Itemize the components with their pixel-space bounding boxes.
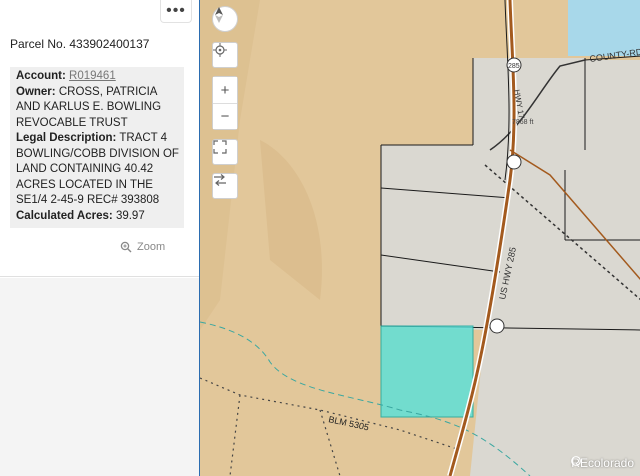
map-view[interactable]: 285 COUNTY-RD US HWY 285 HWY 17 7868 ft …	[199, 0, 640, 476]
swap-button[interactable]	[212, 173, 238, 199]
fullscreen-button[interactable]	[212, 139, 238, 165]
locate-icon	[213, 43, 227, 57]
panel-divider	[0, 276, 199, 277]
calculated-acres-label: Calculated Acres:	[16, 209, 113, 222]
account-label: Account:	[16, 70, 66, 82]
zoom-in-button[interactable]: +	[213, 77, 237, 103]
account-link[interactable]: R019461	[69, 70, 116, 82]
zoom-magnifier-icon	[120, 241, 132, 253]
more-options-button[interactable]: •••	[160, 0, 192, 23]
map-label-285-shield: 285	[508, 63, 520, 70]
compass-button[interactable]	[212, 6, 238, 32]
recolorado-logo-icon	[571, 456, 582, 466]
zoom-controls: + −	[212, 76, 238, 130]
fullscreen-icon	[213, 140, 227, 154]
compass-icon	[215, 7, 223, 23]
recolorado-watermark: REcolorado	[571, 456, 634, 470]
calculated-acres-value: 39.97	[115, 209, 145, 222]
zoom-out-button[interactable]: −	[213, 103, 237, 129]
selected-parcel[interactable]	[380, 325, 474, 418]
parcel-title: Parcel No. 433902400137	[10, 37, 150, 51]
owner-label: Owner:	[16, 85, 56, 98]
legal-description-label: Legal Description:	[16, 132, 117, 144]
map-label-blm: BLM 5305	[328, 414, 370, 432]
locate-button[interactable]	[212, 42, 238, 68]
zoom-label: Zoom	[137, 241, 166, 253]
parcel-info-panel: ••• Parcel No. 433902400137 Account: R01…	[0, 0, 199, 476]
map-canvas[interactable]: 285 COUNTY-RD US HWY 285 HWY 17 7868 ft …	[200, 0, 640, 476]
swap-icon	[214, 174, 226, 186]
map-label-elevation: 7868 ft	[512, 119, 533, 126]
zoom-to-parcel-button[interactable]: Zoom	[120, 241, 165, 253]
parcel-details: Account: R019461 Owner: CROSS, PATRICIA …	[10, 67, 184, 228]
panel-footer-area	[0, 278, 199, 476]
